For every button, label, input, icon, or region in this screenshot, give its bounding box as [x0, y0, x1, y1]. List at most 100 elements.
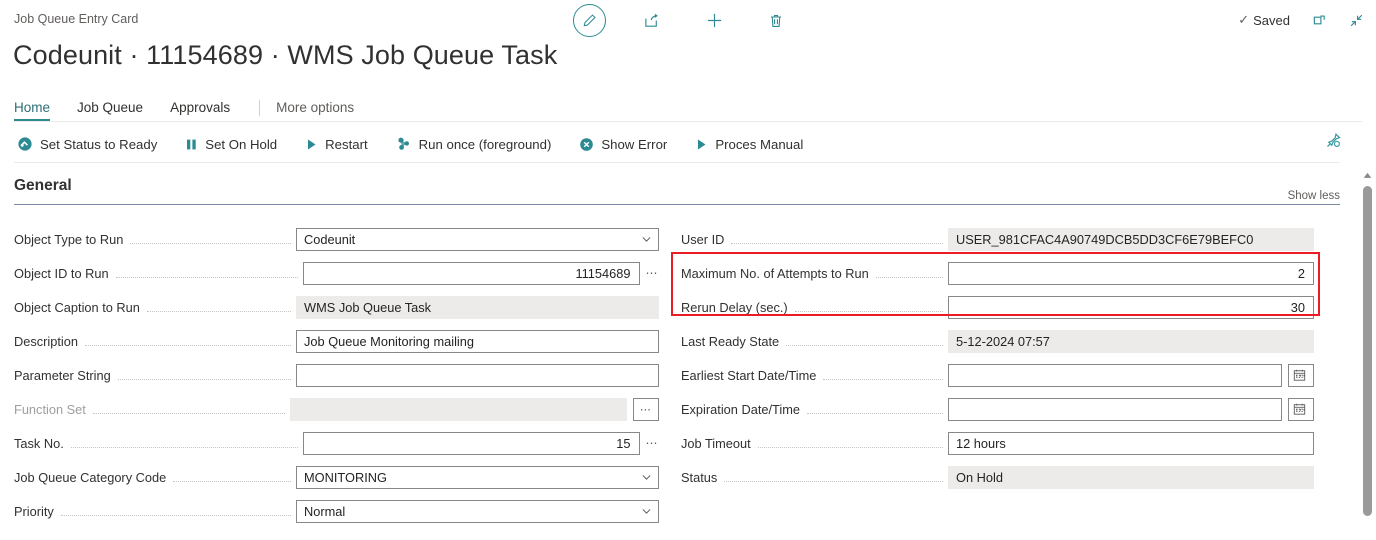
- set-ready-icon: [17, 136, 33, 152]
- dot-leader: [85, 334, 291, 346]
- object-caption-to-run-value: WMS Job Queue Task: [296, 295, 659, 319]
- calendar-icon[interactable]: [1293, 403, 1306, 416]
- share-icon[interactable]: [636, 5, 668, 37]
- description-input[interactable]: Job Queue Monitoring mailing: [296, 329, 659, 353]
- field-row-parameter-string: Parameter String: [14, 358, 659, 392]
- field-row-maximum-no-of-attempts-to-run: Maximum No. of Attempts to Run 2: [681, 256, 1314, 290]
- tab-approvals-label: Approvals: [170, 100, 231, 115]
- field-label: Parameter String: [14, 367, 111, 383]
- field-label: Rerun Delay (sec.): [681, 299, 788, 315]
- field-label: User ID: [681, 231, 725, 247]
- field-row-earliest-start-date-time: Earliest Start Date/Time ⋯: [681, 358, 1314, 392]
- pause-icon: [185, 138, 198, 151]
- set-on-hold-button[interactable]: Set On Hold: [185, 137, 277, 152]
- job-timeout-input[interactable]: 12 hours: [948, 431, 1314, 455]
- run-once-icon: [396, 136, 412, 152]
- field-control: 5-12-2024 07:57: [948, 329, 1314, 353]
- field-control: ⋯: [948, 397, 1314, 421]
- play-icon: [305, 138, 318, 151]
- tab-approvals[interactable]: Approvals: [170, 98, 243, 121]
- form-column-right: User ID USER_981CFAC4A90749DCB5DD3CF6E79…: [681, 222, 1314, 494]
- field-control: 30: [948, 295, 1314, 319]
- trash-icon[interactable]: [760, 5, 792, 37]
- field-row-status: Status On Hold: [681, 460, 1314, 494]
- rerun-delay-input[interactable]: 30: [948, 295, 1314, 319]
- expiration-date-time-input[interactable]: [948, 397, 1282, 421]
- field-control: ⋯: [948, 363, 1314, 387]
- calendar-icon[interactable]: [1293, 369, 1306, 382]
- show-error-label: Show Error: [601, 136, 668, 152]
- run-once-foreground-button[interactable]: Run once (foreground): [396, 136, 552, 152]
- restart-button[interactable]: Restart: [305, 137, 368, 152]
- field-row-priority: Priority Normal: [14, 494, 659, 528]
- scrollbar-thumb[interactable]: [1363, 186, 1372, 516]
- set-status-to-ready-button[interactable]: Set Status to Ready: [17, 136, 157, 152]
- field-label: Last Ready State: [681, 333, 780, 349]
- page-title: Codeunit · 11154689 · WMS Job Queue Task: [13, 40, 558, 70]
- field-control: WMS Job Queue Task: [296, 295, 659, 319]
- tab-home-label: Home: [14, 100, 51, 115]
- field-control: 2: [948, 261, 1314, 285]
- tab-job-queue-label: Job Queue: [77, 100, 144, 115]
- lookup-ellipsis-icon[interactable]: ⋯: [646, 266, 660, 280]
- field-label: Job Timeout: [681, 435, 751, 451]
- field-row-object-caption-to-run: Object Caption to Run WMS Job Queue Task: [14, 290, 659, 324]
- status-area: ✓ Saved: [1238, 12, 1364, 28]
- priority-select[interactable]: Normal: [296, 499, 659, 523]
- collapse-icon[interactable]: [1349, 13, 1364, 28]
- maximum-no-of-attempts-to-run-input[interactable]: 2: [948, 261, 1314, 285]
- field-label: Earliest Start Date/Time: [681, 367, 817, 383]
- dot-leader: [731, 232, 943, 244]
- field-row-job-timeout: Job Timeout 12 hours: [681, 426, 1314, 460]
- dot-leader: [875, 266, 943, 278]
- saved-status: ✓ Saved: [1238, 12, 1290, 28]
- field-control: USER_981CFAC4A90749DCB5DD3CF6E79BEFC0: [948, 227, 1314, 251]
- user-id-value: USER_981CFAC4A90749DCB5DD3CF6E79BEFC0: [948, 227, 1314, 251]
- plus-icon[interactable]: [698, 5, 730, 37]
- object-type-to-run-select[interactable]: Codeunit: [296, 227, 659, 251]
- proces-manual-button[interactable]: Proces Manual: [695, 137, 803, 152]
- tab-more-options[interactable]: More options: [276, 98, 367, 121]
- edit-pencil-icon[interactable]: [573, 4, 606, 37]
- field-row-last-ready-state: Last Ready State 5-12-2024 07:57: [681, 324, 1314, 358]
- show-error-button[interactable]: Show Error: [579, 137, 667, 152]
- field-label: Job Queue Category Code: [14, 469, 167, 485]
- field-control: On Hold: [948, 465, 1314, 489]
- dot-leader: [757, 436, 943, 448]
- open-in-new-window-icon[interactable]: [1312, 13, 1327, 28]
- record-action-icons: [573, 4, 792, 37]
- job-queue-category-code-select[interactable]: MONITORING: [296, 465, 659, 489]
- run-once-foreground-label: Run once (foreground): [418, 136, 552, 152]
- field-row-job-queue-category-code: Job Queue Category Code MONITORING: [14, 460, 659, 494]
- saved-label: Saved: [1253, 12, 1290, 28]
- check-icon: ✓: [1238, 12, 1250, 27]
- parameter-string-input[interactable]: [296, 363, 659, 387]
- field-control: 12 hours: [948, 431, 1314, 455]
- set-on-hold-label: Set On Hold: [205, 136, 278, 152]
- vertical-scrollbar[interactable]: [1359, 168, 1376, 540]
- earliest-start-date-time-input[interactable]: [948, 363, 1282, 387]
- scroll-up-arrow-icon[interactable]: [1359, 168, 1376, 182]
- play-icon: [695, 138, 708, 151]
- tab-job-queue[interactable]: Job Queue: [77, 98, 156, 121]
- dot-leader: [794, 300, 943, 312]
- tab-separator: [259, 100, 261, 116]
- lookup-ellipsis-icon[interactable]: ⋯: [646, 436, 660, 450]
- show-less-link[interactable]: Show less: [1288, 190, 1340, 202]
- dot-leader: [823, 368, 943, 380]
- form-column-left: Object Type to Run Codeunit Object ID to…: [14, 222, 659, 528]
- function-set-value: [290, 397, 627, 421]
- field-row-description: Description Job Queue Monitoring mailing: [14, 324, 659, 358]
- field-label: Object Caption to Run: [14, 299, 140, 315]
- function-set-lookup-button[interactable]: ⋯: [633, 397, 659, 421]
- field-row-rerun-delay-sec: Rerun Delay (sec.) 30: [681, 290, 1314, 324]
- dot-leader: [92, 402, 285, 414]
- tab-home[interactable]: Home: [14, 98, 63, 121]
- dot-leader: [117, 368, 291, 380]
- object-id-to-run-input[interactable]: 11154689: [302, 261, 640, 285]
- ribbon-divider: [14, 162, 1340, 163]
- field-control: Codeunit: [296, 227, 659, 251]
- dot-leader: [724, 470, 943, 482]
- task-no-input[interactable]: 15: [302, 431, 640, 455]
- unpin-ribbon-icon[interactable]: [1325, 132, 1342, 154]
